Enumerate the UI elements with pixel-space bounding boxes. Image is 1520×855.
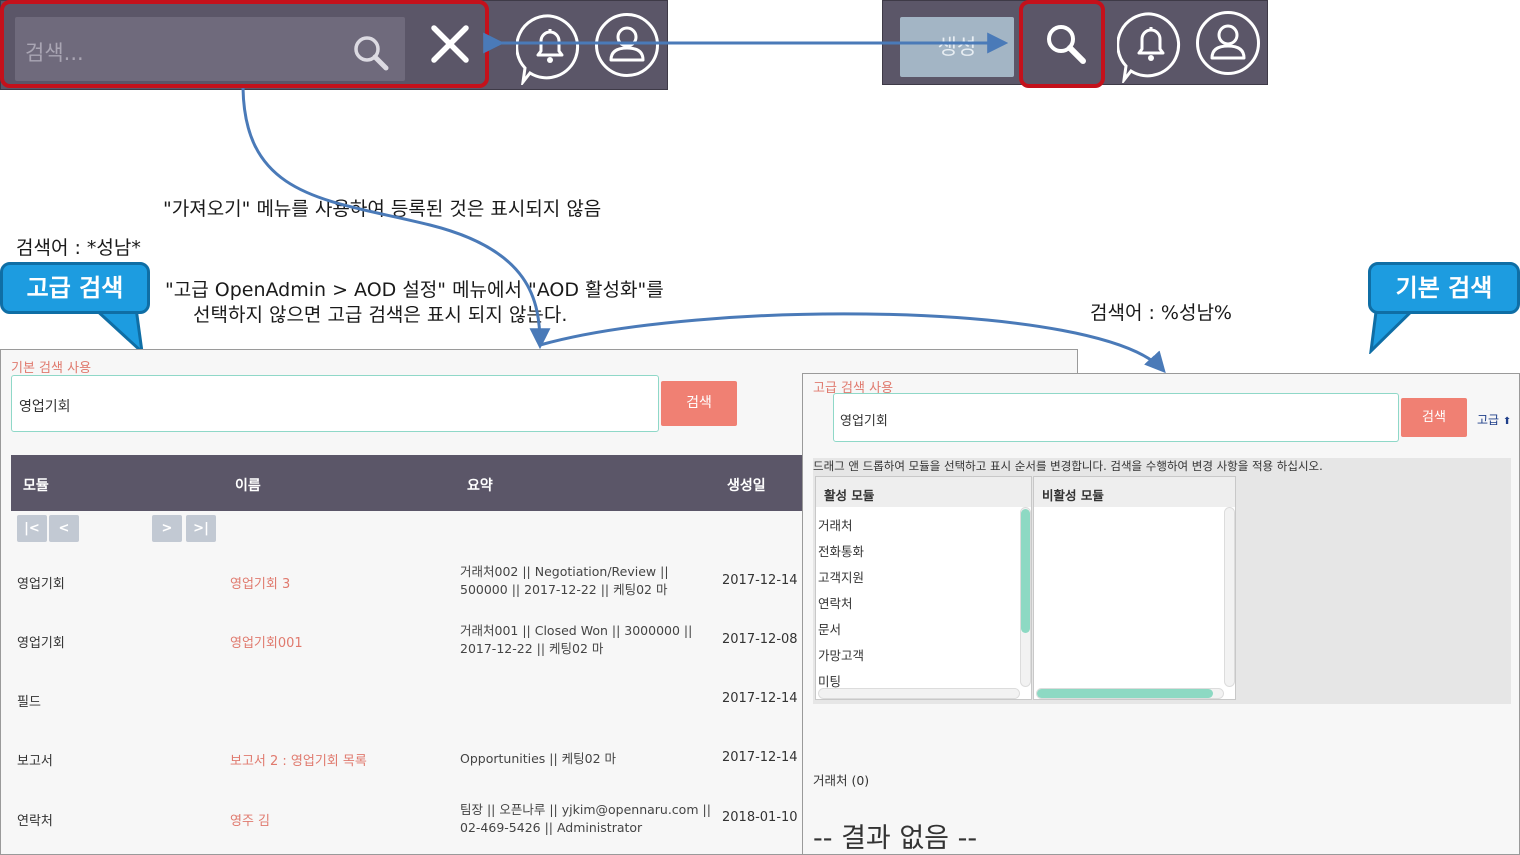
module-selector-area: 드래그 앤 드롭하여 모듈을 선택하고 표시 순서를 변경합니다. 검색을 수행… — [813, 458, 1511, 704]
aod-note-line1: "고급 OpenAdmin > AOD 설정" 메뉴에서 "AOD 활성화"를 — [165, 279, 664, 301]
column-module[interactable]: 모듈 — [23, 475, 49, 495]
search-input[interactable]: 영업기회 — [11, 375, 659, 432]
horizontal-scrollbar-track[interactable] — [818, 688, 1020, 699]
list-item[interactable]: 문서 — [818, 619, 841, 638]
row-module: 보고서 — [17, 754, 53, 769]
row-name-link[interactable]: 영주 김 — [230, 810, 270, 829]
list-item[interactable]: 고객지원 — [818, 567, 864, 586]
no-results-text: -- 결과 없음 -- — [813, 823, 978, 854]
row-module: 영업기회 — [17, 636, 65, 651]
module-selector-hint: 드래그 앤 드롭하여 모듈을 선택하고 표시 순서를 변경합니다. 검색을 수행… — [813, 459, 1323, 473]
row-module: 연락처 — [17, 814, 53, 829]
vertical-scrollbar-thumb[interactable] — [1021, 509, 1030, 633]
highlight-expanded-search — [0, 0, 489, 88]
row-summary-line: Opportunities || 케팅02 마 — [460, 751, 617, 766]
pager-prev-button[interactable]: < — [49, 515, 79, 542]
row-module: 필드 — [17, 695, 41, 710]
advanced-search-panel: 고급 검색 사용 영업기회 검색 고급 ⬆ 드래그 앤 드롭하여 모듈을 선택하… — [802, 373, 1520, 855]
horizontal-scrollbar-thumb[interactable] — [1037, 689, 1213, 698]
row-summary: Opportunities || 케팅02 마 — [460, 750, 616, 768]
search-term-advanced: 검색어 : *성남* — [16, 237, 141, 259]
row-date: 2017-12-14 1 — [722, 750, 810, 765]
row-name-link[interactable]: 영업기회001 — [230, 632, 303, 651]
bell-icon[interactable] — [1117, 11, 1185, 83]
callout-basic-search: 기본 검색 — [1368, 262, 1520, 314]
highlight-search-button — [1019, 0, 1105, 88]
list-item[interactable]: 전화통화 — [818, 541, 864, 560]
search-term-basic: 검색어 : %성남% — [1090, 302, 1232, 324]
advanced-toggle-link[interactable]: 고급 ⬆ — [1477, 411, 1511, 428]
row-summary: 팀장 || 오픈나루 || yjkim@opennaru.com || 02-4… — [460, 801, 711, 837]
column-summary[interactable]: 요약 — [467, 475, 493, 495]
vertical-scrollbar-track[interactable] — [1224, 507, 1235, 687]
row-date: 2017-12-14 1 — [722, 573, 810, 588]
search-button[interactable]: 검색 — [1401, 398, 1467, 437]
column-name[interactable]: 이름 — [235, 475, 261, 495]
row-summary: 거래처001 || Closed Won || 3000000 || 2017-… — [460, 622, 692, 658]
row-summary-line: 2017-12-22 || 케팅02 마 — [460, 641, 604, 656]
aod-note-line2: 선택하지 않으면 고급 검색은 표시 되지 않는다. — [193, 304, 568, 326]
row-date: 2017-12-14 1 — [722, 691, 810, 706]
chevron-up-icon: ⬆ — [1502, 416, 1512, 427]
row-date: 2017-12-08 2 — [722, 632, 810, 647]
row-summary-line: 500000 || 2017-12-22 || 케팅02 마 — [460, 582, 668, 597]
list-item[interactable]: 연락처 — [818, 593, 853, 612]
pager-last-button[interactable]: >| — [186, 515, 216, 542]
active-modules-header: 활성 모듈 — [816, 477, 1031, 507]
row-module: 영업기회 — [17, 577, 65, 592]
create-button[interactable]: 생성 — [900, 17, 1014, 77]
import-note: "가져오기" 메뉴를 사용하여 등록된 것은 표시되지 않음 — [163, 198, 602, 220]
advanced-toggle-label: 고급 — [1477, 413, 1500, 427]
bell-icon[interactable] — [516, 13, 584, 85]
row-summary-line: 02-469-5426 || Administrator — [460, 820, 643, 835]
row-summary-line: 팀장 || 오픈나루 || yjkim@opennaru.com || — [460, 802, 711, 817]
row-summary: 거래처002 || Negotiation/Review || 500000 |… — [460, 563, 669, 599]
result-group-label: 거래처 (0) — [813, 773, 870, 788]
user-icon[interactable] — [1196, 11, 1260, 75]
list-item[interactable]: 거래처 — [818, 515, 853, 534]
user-icon[interactable] — [595, 13, 659, 77]
inactive-modules-list[interactable]: 비활성 모듈 — [1033, 476, 1236, 700]
search-button[interactable]: 검색 — [661, 381, 737, 426]
panel-title: 기본 검색 사용 — [11, 361, 92, 376]
callout-advanced-search: 고급 검색 — [0, 262, 150, 314]
column-created[interactable]: 생성일 — [727, 475, 766, 495]
row-date: 2018-01-10 1 — [722, 810, 810, 825]
active-modules-list[interactable]: 활성 모듈 거래처 전화통화 고객지원 연락처 문서 가망고객 미팅 — [815, 476, 1032, 700]
search-input[interactable]: 영업기회 — [833, 393, 1399, 442]
pager-next-button[interactable]: > — [152, 515, 182, 542]
row-name-link[interactable]: 보고서 2 : 영업기회 목록 — [230, 750, 367, 769]
list-item[interactable]: 가망고객 — [818, 645, 864, 664]
row-name-link[interactable]: 영업기회 3 — [230, 573, 290, 592]
pager-first-button[interactable]: |< — [17, 515, 47, 542]
row-summary-line: 거래처002 || Negotiation/Review || — [460, 564, 669, 579]
inactive-modules-header: 비활성 모듈 — [1034, 477, 1235, 507]
row-summary-line: 거래처001 || Closed Won || 3000000 || — [460, 623, 693, 638]
